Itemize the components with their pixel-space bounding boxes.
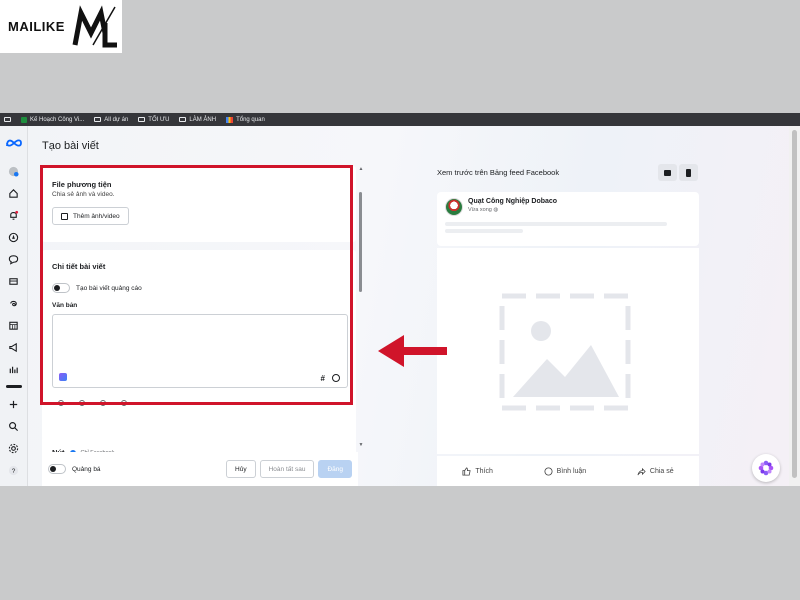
bookmark-folder-all-projects[interactable]: All dự án bbox=[94, 117, 128, 123]
page-title: Tạo bài viết bbox=[42, 140, 99, 152]
bookmark-menu-icon[interactable] bbox=[4, 117, 11, 122]
folder-icon bbox=[94, 117, 102, 122]
page-name: Quạt Công Nghiệp Dobaco bbox=[468, 198, 558, 205]
meta-ai-icon bbox=[758, 460, 774, 476]
mailike-watermark: MAILIKE bbox=[0, 0, 122, 53]
nav-rail: ? bbox=[0, 126, 28, 486]
bookmark-overview[interactable]: Tổng quan bbox=[226, 116, 265, 123]
comment-action: Bình luận bbox=[544, 466, 586, 476]
threads-icon[interactable] bbox=[7, 296, 21, 310]
bookmark-folder-images[interactable]: LÀM ẢNH bbox=[179, 117, 216, 123]
cancel-button[interactable]: Hủy bbox=[226, 460, 256, 478]
home-icon[interactable] bbox=[7, 186, 21, 200]
preview-device-toggle bbox=[658, 164, 698, 181]
post-time: Vừa xong ◍ bbox=[468, 207, 499, 213]
mobile-preview-button[interactable] bbox=[679, 164, 698, 181]
preview-post-actions: Thích Bình luận Chia sẻ bbox=[437, 456, 699, 486]
compass-icon[interactable] bbox=[7, 230, 21, 244]
globe-icon: ◍ bbox=[493, 207, 499, 213]
boost-toggle[interactable] bbox=[48, 464, 66, 474]
boost-label: Quảng bá bbox=[72, 465, 101, 473]
preview-media-placeholder bbox=[437, 248, 699, 454]
bookmarks-bar: Kế Hoạch Công Vi... All dự án TỐI ƯU LÀM… bbox=[0, 113, 800, 126]
settings-icon[interactable] bbox=[7, 441, 21, 455]
pages-icon[interactable] bbox=[7, 274, 21, 288]
finish-later-button[interactable]: Hoàn tất sau bbox=[259, 460, 315, 478]
bookmark-sheet[interactable]: Kế Hoạch Công Vi... bbox=[21, 116, 84, 123]
composer-scrollbar[interactable]: ▲ ▼ bbox=[358, 166, 364, 448]
share-action: Chia sẻ bbox=[637, 467, 674, 476]
like-action: Thích bbox=[462, 466, 493, 476]
image-placeholder-icon bbox=[499, 293, 631, 411]
scroll-down-icon[interactable]: ▼ bbox=[358, 442, 364, 448]
composer-footer: Quảng bá Hủy Hoàn tất sau Đăng bbox=[42, 452, 358, 486]
chat-icon[interactable] bbox=[7, 252, 21, 266]
meta-ai-button[interactable] bbox=[752, 454, 780, 482]
share-icon bbox=[637, 467, 646, 475]
nav-active-indicator bbox=[5, 385, 22, 388]
publish-button[interactable]: Đăng bbox=[318, 460, 352, 478]
help-icon[interactable]: ? bbox=[7, 463, 21, 477]
analytics-icon bbox=[226, 116, 234, 123]
preview-title: Xem trước trên Bảng feed Facebook bbox=[437, 168, 560, 177]
bookmark-folder-optimize[interactable]: TỐI ƯU bbox=[138, 117, 169, 123]
insights-icon[interactable] bbox=[7, 362, 21, 376]
page-scroll-thumb[interactable] bbox=[792, 130, 797, 478]
meta-logo-icon[interactable] bbox=[5, 138, 23, 148]
ml-logo-icon bbox=[72, 4, 117, 47]
desktop-icon bbox=[664, 169, 671, 176]
desktop-preview-button[interactable] bbox=[658, 164, 677, 181]
preview-post-header: Quạt Công Nghiệp Dobaco Vừa xong ◍ bbox=[437, 192, 699, 246]
folder-icon bbox=[138, 117, 146, 122]
composer-scroll-thumb[interactable] bbox=[359, 192, 362, 292]
highlight-box bbox=[40, 165, 353, 405]
profile-avatar-icon[interactable] bbox=[7, 164, 21, 178]
bell-icon[interactable] bbox=[7, 208, 21, 222]
search-icon[interactable] bbox=[7, 419, 21, 433]
text-skeleton-line bbox=[445, 222, 667, 226]
comment-icon bbox=[544, 466, 553, 476]
megaphone-icon[interactable] bbox=[7, 340, 21, 354]
boost-toggle-row: Quảng bá bbox=[48, 464, 101, 474]
page-scrollbar[interactable] bbox=[789, 126, 800, 486]
sheets-icon bbox=[21, 116, 27, 123]
plus-icon[interactable] bbox=[7, 397, 21, 411]
scroll-up-icon[interactable]: ▲ bbox=[358, 166, 364, 172]
page-avatar bbox=[445, 198, 463, 216]
svg-text:?: ? bbox=[12, 467, 16, 474]
text-skeleton-line bbox=[445, 229, 523, 233]
watermark-text: MAILIKE bbox=[8, 19, 65, 34]
calendar-icon[interactable] bbox=[7, 318, 21, 332]
folder-icon bbox=[179, 117, 187, 122]
arrow-left-icon bbox=[378, 335, 447, 367]
like-icon bbox=[462, 466, 471, 476]
mobile-icon bbox=[686, 168, 691, 177]
